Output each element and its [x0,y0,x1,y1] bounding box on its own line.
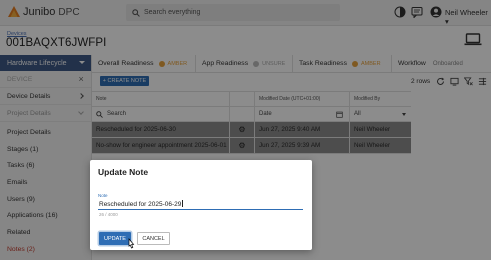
character-counter: 26 / 4000 [99,212,118,217]
note-input[interactable]: Rescheduled for 2025-06-29 [98,200,303,210]
dialog-title: Update Note [98,167,149,177]
mouse-pointer-icon [128,238,135,249]
text-cursor [181,200,183,207]
cancel-button[interactable]: CANCEL [137,232,170,245]
note-field-label: Note [98,193,108,198]
update-note-dialog: Update Note Note Rescheduled for 2025-06… [90,160,312,250]
